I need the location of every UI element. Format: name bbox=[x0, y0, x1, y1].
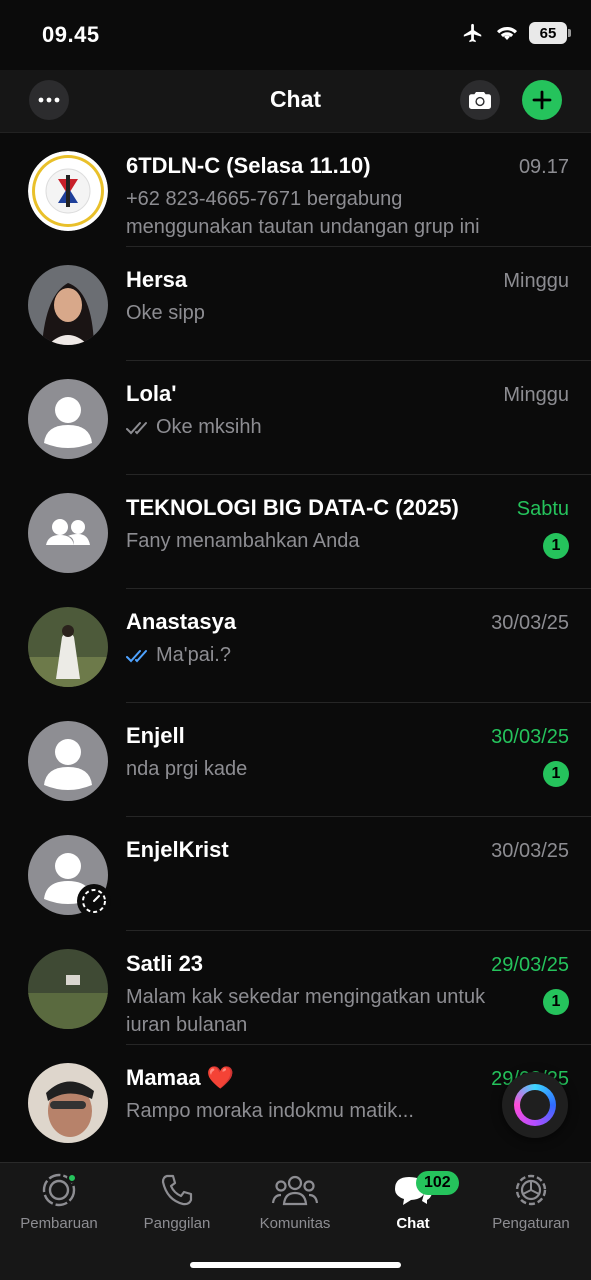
person-icon bbox=[44, 739, 92, 790]
chat-name: 6TDLN-C (Selasa 11.10) bbox=[126, 153, 371, 178]
avatar bbox=[28, 379, 108, 459]
updates-dot bbox=[67, 1173, 77, 1183]
chat-preview: Malam kak sekedar mengingatkan untuk iur… bbox=[126, 986, 486, 1036]
chat-name: Enjell bbox=[126, 723, 185, 748]
chat-row[interactable]: Hersa Minggu Oke sipp bbox=[0, 247, 591, 361]
chat-time: 29/03/25 bbox=[491, 954, 569, 976]
double-check-icon bbox=[126, 422, 147, 435]
tab-label: Chat bbox=[396, 1215, 430, 1232]
chat-time: Minggu bbox=[503, 384, 569, 406]
chat-preview-text: Oke mksihh bbox=[156, 416, 262, 438]
chat-preview: Fany menambahkan Anda bbox=[126, 530, 360, 552]
tab-chats[interactable]: 102 Chat bbox=[354, 1169, 472, 1232]
unread-badge: 1 bbox=[543, 761, 569, 787]
profile-photo-icon bbox=[28, 265, 108, 345]
profile-photo-icon bbox=[28, 607, 108, 687]
chat-time: Minggu bbox=[503, 270, 569, 292]
chat-time: 09.17 bbox=[518, 156, 569, 178]
avatar bbox=[28, 607, 108, 687]
chat-row[interactable]: Lola' Minggu Oke mksihh bbox=[0, 361, 591, 475]
university-logo-icon bbox=[28, 151, 108, 231]
tab-communities[interactable]: Komunitas bbox=[236, 1169, 354, 1232]
header: Chat bbox=[0, 70, 591, 132]
chat-name: Lola' bbox=[126, 381, 177, 406]
airplane-icon bbox=[463, 23, 482, 43]
tab-label: Komunitas bbox=[259, 1215, 331, 1232]
wifi-icon bbox=[497, 27, 517, 40]
chat-preview: Rampo moraka indokmu matik... bbox=[126, 1100, 414, 1122]
chat-name: Anastasya bbox=[126, 609, 237, 634]
community-icon bbox=[271, 1175, 319, 1206]
tab-updates[interactable]: Pembaruan bbox=[0, 1169, 118, 1232]
tab-icon-wrap: 102 bbox=[354, 1169, 472, 1211]
chat-row[interactable]: 6TDLN-C (Selasa 11.10) 09.17 +62 823-466… bbox=[0, 133, 591, 247]
plus-icon bbox=[532, 90, 552, 110]
chat-name: Hersa bbox=[126, 267, 188, 292]
phone-icon bbox=[161, 1174, 193, 1206]
unread-badge: 1 bbox=[543, 989, 569, 1015]
status-time: 09.45 bbox=[42, 22, 100, 47]
tab-settings[interactable]: Pengaturan bbox=[472, 1169, 590, 1232]
avatar bbox=[28, 1063, 108, 1143]
camera-button[interactable] bbox=[460, 80, 500, 120]
chat-name: TEKNOLOGI BIG DATA-C (2025) bbox=[126, 495, 459, 520]
chat-name: Satli 23 bbox=[126, 951, 204, 976]
person-icon bbox=[44, 397, 92, 448]
tab-icon-wrap bbox=[118, 1169, 236, 1211]
home-indicator[interactable] bbox=[190, 1262, 401, 1268]
unread-badge: 1 bbox=[543, 533, 569, 559]
tab-icon-wrap bbox=[236, 1169, 354, 1211]
chat-row[interactable]: EnjelKrist 30/03/25 bbox=[0, 817, 591, 931]
ai-assistant-icon bbox=[514, 1084, 556, 1126]
chat-time: 30/03/25 bbox=[491, 840, 569, 862]
unread-total-badge: 102 bbox=[416, 1171, 459, 1195]
chat-preview: +62 823-4665-7671 bergabung menggunakan … bbox=[126, 188, 480, 238]
group-icon bbox=[46, 519, 90, 545]
tab-calls[interactable]: Panggilan bbox=[118, 1169, 236, 1232]
chat-preview: Oke sipp bbox=[126, 302, 205, 324]
chat-preview-text: Ma'pai.? bbox=[156, 644, 231, 666]
tab-label: Pembaruan bbox=[20, 1215, 98, 1232]
tab-icon-wrap bbox=[472, 1169, 590, 1211]
status-bar: 09.45 65 bbox=[0, 0, 591, 70]
chat-name: Mamaa ❤️ bbox=[126, 1065, 235, 1090]
settings-icon bbox=[515, 1174, 547, 1206]
status-icons: 65 bbox=[461, 22, 571, 44]
avatar bbox=[28, 949, 108, 1029]
avatar bbox=[28, 721, 108, 801]
chat-preview: Ma'pai.? bbox=[126, 641, 506, 669]
chat-row[interactable]: Enjell 30/03/25 nda prgi kade 1 bbox=[0, 703, 591, 817]
status-ring-icon bbox=[77, 884, 111, 918]
chat-preview: nda prgi kade bbox=[126, 758, 248, 780]
chat-name: EnjelKrist bbox=[126, 837, 229, 862]
chat-time: Sabtu bbox=[516, 498, 569, 520]
profile-photo-icon bbox=[28, 949, 108, 1029]
double-check-icon bbox=[126, 650, 147, 663]
tab-label: Pengaturan bbox=[492, 1215, 570, 1232]
profile-photo-icon bbox=[28, 1063, 108, 1143]
tab-label: Panggilan bbox=[143, 1215, 211, 1232]
page-title: Chat bbox=[269, 86, 322, 112]
ai-assistant-button[interactable] bbox=[502, 1072, 568, 1138]
avatar bbox=[28, 493, 108, 573]
chat-time: 30/03/25 bbox=[491, 726, 569, 748]
chat-list: 6TDLN-C (Selasa 11.10) 09.17 +62 823-466… bbox=[0, 132, 591, 1162]
chat-row[interactable]: Anastasya 30/03/25 Ma'pai.? bbox=[0, 589, 591, 703]
battery-icon: 65 bbox=[529, 22, 571, 44]
new-chat-button[interactable] bbox=[522, 80, 562, 120]
chat-time: 30/03/25 bbox=[491, 612, 569, 634]
camera-icon bbox=[469, 92, 491, 109]
chat-preview: Oke mksihh bbox=[126, 413, 506, 441]
avatar bbox=[28, 265, 108, 345]
chat-row[interactable]: TEKNOLOGI BIG DATA-C (2025) Sabtu Fany m… bbox=[0, 475, 591, 589]
avatar bbox=[28, 151, 108, 231]
chat-row[interactable]: Satli 23 29/03/25 Malam kak sekedar meng… bbox=[0, 931, 591, 1045]
tab-icon-wrap bbox=[0, 1169, 118, 1211]
